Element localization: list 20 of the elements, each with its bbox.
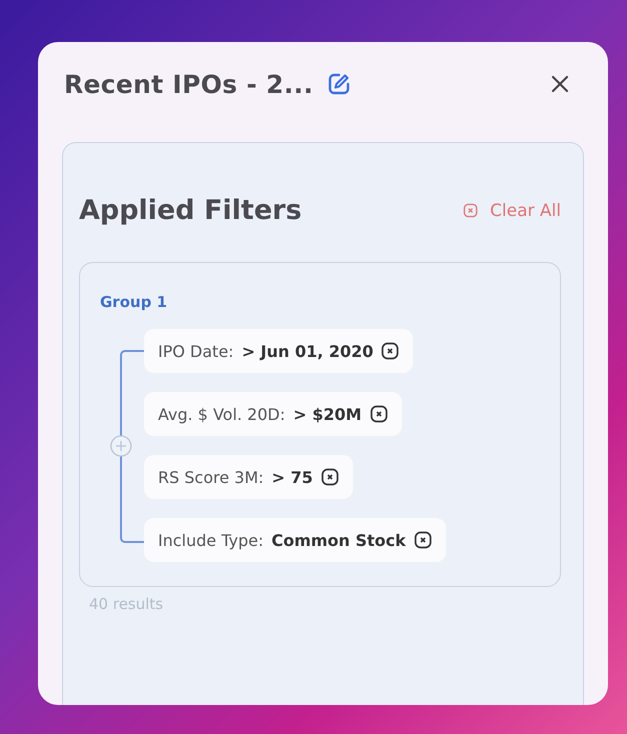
group-title: Group 1 <box>100 293 168 311</box>
remove-icon[interactable] <box>381 342 400 360</box>
remove-icon[interactable] <box>370 405 388 423</box>
results-count: 40 results <box>89 595 164 613</box>
filter-value: > $20M <box>293 404 362 424</box>
filter-value: > Jun 01, 2020 <box>242 342 374 360</box>
clear-icon <box>463 203 478 218</box>
clear-all-button[interactable]: Clear All <box>463 200 561 220</box>
filter-label: RS Score 3M: <box>158 468 264 486</box>
close-icon[interactable] <box>550 74 570 94</box>
filter-label: Include Type: <box>158 530 264 550</box>
section-heading: Applied Filters <box>79 195 302 226</box>
filter-label: IPO Date: <box>158 342 234 360</box>
filter-value: > 75 <box>272 468 313 486</box>
panel-title: Recent IPOs - 2... <box>64 70 314 98</box>
edit-icon[interactable] <box>327 72 352 96</box>
filter-value: Common Stock <box>271 530 406 550</box>
remove-icon[interactable] <box>414 531 432 549</box>
filter-label: Avg. $ Vol. 20D: <box>158 404 286 424</box>
remove-icon[interactable] <box>320 468 339 486</box>
